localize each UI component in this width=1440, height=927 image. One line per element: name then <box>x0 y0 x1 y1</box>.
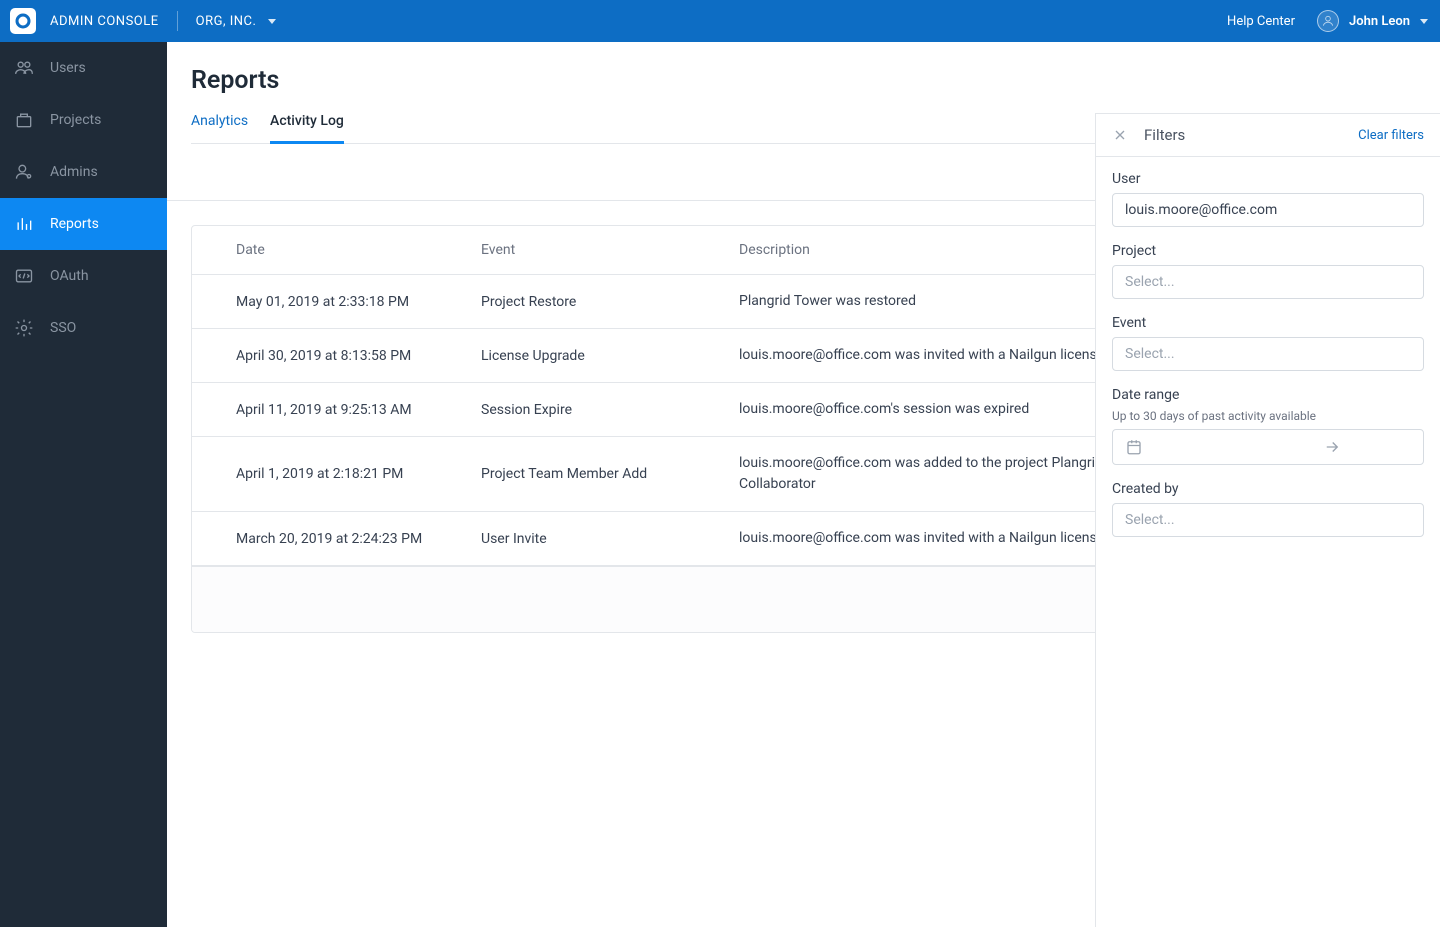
topbar-divider <box>177 11 178 31</box>
reports-icon <box>14 214 34 234</box>
chevron-down-icon <box>268 19 276 24</box>
close-icon <box>1112 127 1128 143</box>
projects-icon <box>14 110 34 130</box>
page-title: Reports <box>191 66 1416 95</box>
sidebar-item-reports[interactable]: Reports <box>0 198 167 250</box>
filter-event: Event Select... <box>1112 315 1424 371</box>
clear-filters-link[interactable]: Clear filters <box>1358 128 1424 143</box>
cell-event: License Upgrade <box>481 348 739 364</box>
app-logo[interactable] <box>10 8 36 34</box>
sidebar-item-admins[interactable]: Admins <box>0 146 167 198</box>
filter-user-input[interactable] <box>1112 193 1424 227</box>
filters-panel: Filters Clear filters User Project Selec… <box>1095 113 1440 927</box>
sidebar-item-label: OAuth <box>50 268 89 284</box>
cell-date: April 11, 2019 at 9:25:13 AM <box>236 402 481 418</box>
filters-title: Filters <box>1144 126 1185 144</box>
filter-date-label: Date range <box>1112 387 1424 403</box>
app-title: ADMIN CONSOLE <box>50 14 159 29</box>
help-center-link[interactable]: Help Center <box>1227 14 1295 29</box>
sidebar-item-sso[interactable]: SSO <box>0 302 167 354</box>
filter-event-label: Event <box>1112 315 1424 331</box>
close-filters-button[interactable] <box>1112 127 1128 143</box>
sidebar-item-label: Users <box>50 60 86 76</box>
cell-date: April 30, 2019 at 8:13:58 PM <box>236 348 481 364</box>
header-event: Event <box>481 242 739 258</box>
arrow-right-icon <box>1323 438 1341 456</box>
filter-project-select[interactable]: Select... <box>1112 265 1424 299</box>
user-name: John Leon <box>1349 14 1410 29</box>
sidebar-item-label: Projects <box>50 112 101 128</box>
cell-event: Session Expire <box>481 402 739 418</box>
main-content: Reports Analytics Activity Log Filters (… <box>167 42 1440 927</box>
sidebar-item-projects[interactable]: Projects <box>0 94 167 146</box>
avatar <box>1317 10 1339 32</box>
calendar-icon <box>1125 438 1143 456</box>
sso-icon <box>14 318 34 338</box>
users-icon <box>14 58 34 78</box>
topbar: ADMIN CONSOLE ORG, INC. Help Center John… <box>0 0 1440 42</box>
tab-analytics[interactable]: Analytics <box>191 113 248 143</box>
cell-event: User Invite <box>481 531 739 547</box>
cell-event: Project Restore <box>481 294 739 310</box>
header-date: Date <box>236 242 481 258</box>
cell-event: Project Team Member Add <box>481 466 739 482</box>
sidebar-item-label: Reports <box>50 216 99 232</box>
filter-project-label: Project <box>1112 243 1424 259</box>
oauth-icon <box>14 266 34 286</box>
chevron-down-icon <box>1420 19 1428 24</box>
filter-createdby-select[interactable]: Select... <box>1112 503 1424 537</box>
filter-user-label: User <box>1112 171 1424 187</box>
sidebar-item-users[interactable]: Users <box>0 42 167 94</box>
org-name: ORG, INC. <box>196 14 257 29</box>
cell-date: March 20, 2019 at 2:24:23 PM <box>236 531 481 547</box>
filter-event-select[interactable]: Select... <box>1112 337 1424 371</box>
filter-createdby-label: Created by <box>1112 481 1424 497</box>
sidebar: Users Projects Admins Reports OAuth SSO <box>0 42 167 927</box>
org-picker[interactable]: ORG, INC. <box>196 14 277 29</box>
filter-user: User <box>1112 171 1424 227</box>
tab-activity-log[interactable]: Activity Log <box>270 113 344 144</box>
filter-date-hint: Up to 30 days of past activity available <box>1112 409 1424 423</box>
cell-date: April 1, 2019 at 2:18:21 PM <box>236 466 481 482</box>
filter-date-range: Date range Up to 30 days of past activit… <box>1112 387 1424 465</box>
cell-date: May 01, 2019 at 2:33:18 PM <box>236 294 481 310</box>
sidebar-item-label: Admins <box>50 164 98 180</box>
user-menu[interactable]: John Leon <box>1317 10 1428 32</box>
sidebar-item-oauth[interactable]: OAuth <box>0 250 167 302</box>
filter-date-input[interactable] <box>1112 429 1424 465</box>
filter-project: Project Select... <box>1112 243 1424 299</box>
admins-icon <box>14 162 34 182</box>
filter-created-by: Created by Select... <box>1112 481 1424 537</box>
sidebar-item-label: SSO <box>50 320 76 336</box>
